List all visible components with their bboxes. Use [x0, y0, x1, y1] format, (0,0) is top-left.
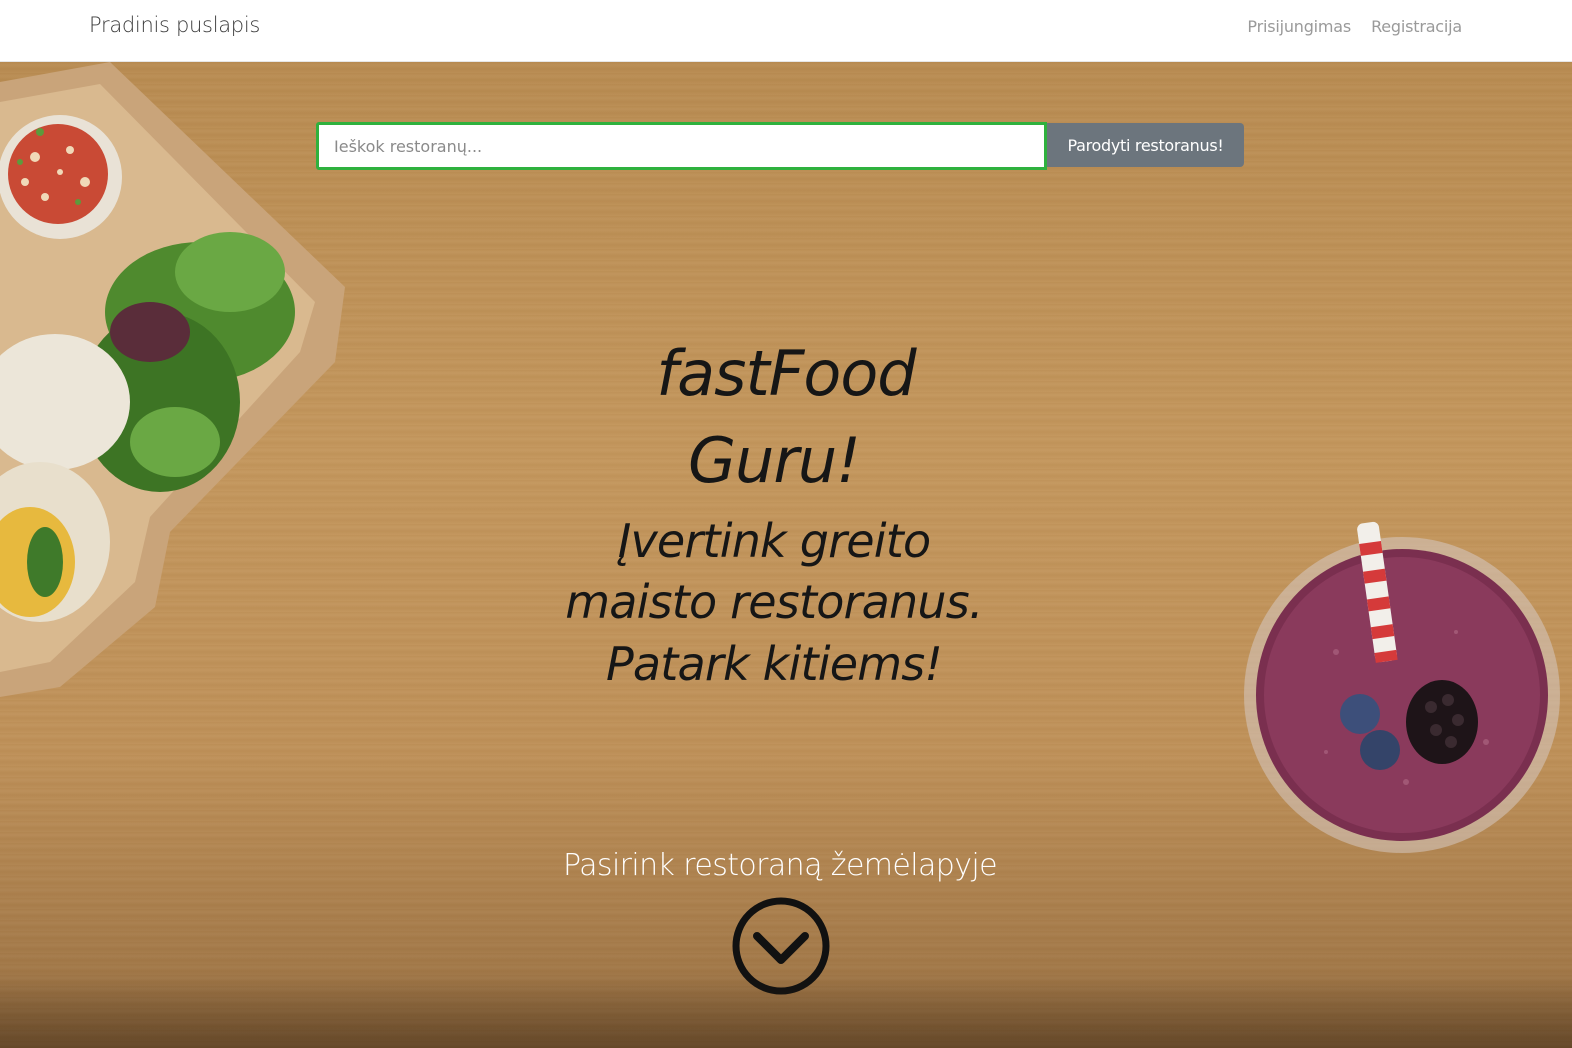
hero-subtitle-line-1: Įvertink greito [617, 514, 931, 568]
hero-title-line-2: Guru! [688, 424, 861, 497]
hero-subtitle-line-3: Patark kitiems! [605, 637, 943, 691]
search-form: Parodyti restoranus! [316, 122, 1244, 170]
login-link[interactable]: Prisijungimas [1247, 17, 1351, 36]
restaurant-search-input[interactable] [316, 122, 1047, 170]
brand-home-link[interactable]: Pradinis puslapis [89, 13, 260, 37]
hero-title-line-1: fastFood [656, 337, 916, 410]
hero-subtitle-line-2: maisto restoranus. [565, 575, 983, 629]
nav-links: Prisijungimas Registracija [1247, 17, 1462, 36]
navbar: Pradinis puslapis Prisijungimas Registra… [0, 0, 1572, 62]
register-link[interactable]: Registracija [1371, 17, 1462, 36]
show-restaurants-button[interactable]: Parodyti restoranus! [1047, 123, 1244, 167]
hero-section: Parodyti restoranus! fastFood Guru! Įver… [0, 62, 1572, 1048]
map-cta-text: Pasirink restoraną žemėlapyje [562, 848, 998, 883]
chevron-down-circle-icon[interactable] [731, 896, 831, 996]
